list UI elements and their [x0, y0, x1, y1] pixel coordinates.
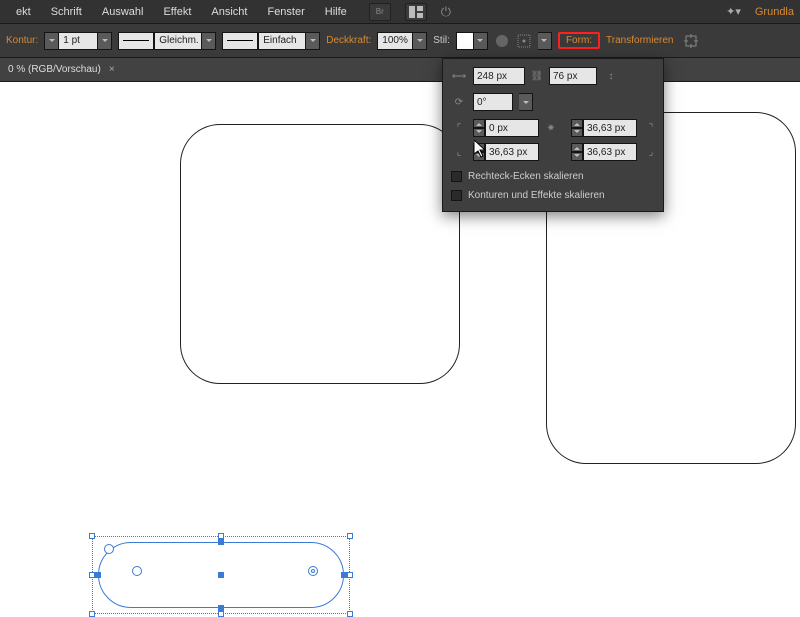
anchor-right[interactable]: [341, 572, 347, 578]
stroke-weight-stepper[interactable]: [44, 32, 58, 50]
live-corner-inner[interactable]: [132, 566, 142, 576]
corner-link-icon[interactable]: ✷: [545, 119, 557, 137]
bbox-handle-bl[interactable]: [89, 611, 95, 617]
angle-field[interactable]: [473, 93, 513, 111]
corner-tr-spinner[interactable]: [571, 119, 637, 137]
document-tab-bar: 0 % (RGB/Vorschau) ×: [0, 58, 800, 82]
stroke-profile-swatch[interactable]: [118, 32, 154, 50]
align-icon[interactable]: [516, 33, 532, 49]
arrange-docs-icon[interactable]: [405, 3, 427, 21]
opacity-dropdown[interactable]: [413, 32, 427, 50]
corner-bl-icon[interactable]: ⌞: [451, 144, 467, 160]
form-button[interactable]: Form:: [558, 32, 600, 49]
center-point[interactable]: [218, 572, 224, 578]
corner-br-icon[interactable]: ⌟: [643, 144, 659, 160]
canvas[interactable]: [0, 82, 800, 600]
corner-br-field[interactable]: [583, 143, 637, 161]
menu-effekt[interactable]: Effekt: [153, 6, 201, 18]
width-field[interactable]: [473, 67, 525, 85]
scale-strokes-label: Konturen und Effekte skalieren: [468, 190, 605, 201]
menu-fenster[interactable]: Fenster: [257, 6, 314, 18]
bbox-handle-br[interactable]: [347, 611, 353, 617]
style-dropdown[interactable]: [474, 32, 488, 50]
link-wh-icon[interactable]: ⛓: [531, 67, 543, 85]
menu-auswahl[interactable]: Auswahl: [92, 6, 154, 18]
kontur-label: Kontur:: [6, 35, 38, 46]
workspace-label[interactable]: Grundla: [755, 6, 794, 18]
angle-icon: ⟳: [451, 94, 467, 110]
corner-br-spinner[interactable]: [571, 143, 637, 161]
height-icon: ↕: [603, 68, 619, 84]
isolate-icon[interactable]: [683, 33, 699, 49]
style-label: Stil:: [433, 35, 450, 46]
recolor-icon[interactable]: [494, 33, 510, 49]
bbox-handle-b[interactable]: [218, 611, 224, 617]
menu-schrift[interactable]: Schrift: [41, 6, 92, 18]
anchor-top[interactable]: [218, 539, 224, 545]
opacity-field[interactable]: 100%: [377, 32, 413, 50]
brush-dropdown[interactable]: [306, 32, 320, 50]
rect-shape-1[interactable]: [180, 124, 460, 384]
anchor-left[interactable]: [95, 572, 101, 578]
corner-bl-spinner[interactable]: [473, 143, 539, 161]
shape-panel: ⟷ ⛓ ↕ ⟳ ⌜ ✷ ⌝ ⌞ ⌟: [442, 58, 664, 212]
stroke-profile-dropdown[interactable]: [202, 32, 216, 50]
stroke-profile-field[interactable]: Gleichm.: [154, 32, 202, 50]
scale-strokes-checkbox[interactable]: [451, 190, 462, 201]
notification-icon[interactable]: ✦▾: [726, 5, 741, 18]
scale-corners-label: Rechteck-Ecken skalieren: [468, 171, 584, 182]
align-dropdown[interactable]: [538, 32, 552, 50]
corner-tr-field[interactable]: [583, 119, 637, 137]
opacity-label: Deckkraft:: [326, 35, 371, 46]
menu-objekt[interactable]: ekt: [6, 6, 41, 18]
bbox-handle-tr[interactable]: [347, 533, 353, 539]
brush-field[interactable]: Einfach: [258, 32, 306, 50]
corner-tr-icon[interactable]: ⌝: [643, 120, 659, 136]
height-field[interactable]: [549, 67, 597, 85]
bbox-handle-r[interactable]: [347, 572, 353, 578]
live-corner-tl[interactable]: [104, 544, 114, 554]
style-swatch[interactable]: [456, 32, 474, 50]
width-icon: ⟷: [451, 68, 467, 84]
anchor-bottom[interactable]: [218, 605, 224, 611]
control-bar: Kontur: 1 pt Gleichm. Einfach Deckkraft:…: [0, 24, 800, 58]
menu-hilfe[interactable]: Hilfe: [315, 6, 357, 18]
brush-swatch[interactable]: [222, 32, 258, 50]
stroke-weight-field[interactable]: 1 pt: [58, 32, 98, 50]
document-tab[interactable]: 0 % (RGB/Vorschau) ×: [8, 64, 115, 75]
live-corner-r[interactable]: [308, 566, 318, 576]
bridge-icon[interactable]: Br: [369, 3, 391, 21]
angle-dropdown[interactable]: [519, 93, 533, 111]
scale-corners-checkbox[interactable]: [451, 171, 462, 182]
menu-bar: ekt Schrift Auswahl Effekt Ansicht Fenst…: [0, 0, 800, 24]
bbox-handle-tl[interactable]: [89, 533, 95, 539]
corner-tl-spinner[interactable]: [473, 119, 539, 137]
corner-bl-field[interactable]: [485, 143, 539, 161]
menu-ansicht[interactable]: Ansicht: [201, 6, 257, 18]
document-tab-label: 0 % (RGB/Vorschau): [8, 64, 101, 75]
gpu-icon[interactable]: ⏻: [441, 4, 451, 20]
close-icon[interactable]: ×: [109, 64, 115, 75]
stroke-weight-dropdown[interactable]: [98, 32, 112, 50]
corner-tl-icon[interactable]: ⌜: [451, 120, 467, 136]
selected-shape[interactable]: [92, 536, 350, 614]
corner-tl-field[interactable]: [485, 119, 539, 137]
transform-button[interactable]: Transformieren: [606, 35, 673, 46]
